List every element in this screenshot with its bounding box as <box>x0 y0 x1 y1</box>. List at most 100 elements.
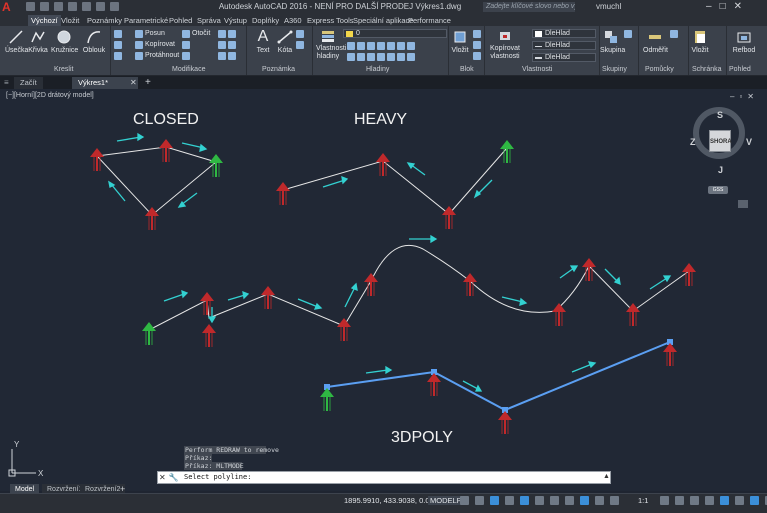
otrack-icon[interactable] <box>535 496 544 505</box>
utilities-panel-label[interactable]: Pomůcky <box>645 66 674 73</box>
scale-button[interactable] <box>182 52 190 60</box>
attribute-button[interactable] <box>473 52 481 60</box>
user-name[interactable]: vmuchl <box>596 2 621 11</box>
insert-block-button[interactable]: Vložit <box>451 29 469 55</box>
lineweight-icon[interactable] <box>550 496 559 505</box>
draw-panel-label[interactable]: Kreslit <box>54 66 73 73</box>
close-command-icon[interactable]: ✕ <box>159 473 166 482</box>
navbar-icon[interactable] <box>738 200 748 208</box>
arc-button[interactable]: Oblouk <box>82 29 106 55</box>
snap-icon[interactable] <box>475 496 484 505</box>
view-panel-label[interactable]: Pohled <box>729 66 751 73</box>
new-icon[interactable] <box>26 2 35 11</box>
match-properties-button[interactable]: Kopírovat vlastnosti <box>488 29 522 61</box>
ungroup-button[interactable] <box>624 30 632 38</box>
close-tab-icon[interactable]: ✕ <box>130 78 137 87</box>
grid-icon[interactable] <box>460 496 469 505</box>
layers-panel-label[interactable]: Hladiny <box>366 66 389 73</box>
compass-south[interactable]: J <box>718 165 723 175</box>
print-icon[interactable] <box>82 2 91 11</box>
tab-home[interactable]: Výchozí <box>28 15 61 26</box>
tab-express-tools[interactable]: Express Tools <box>304 15 357 26</box>
model-space-toggle[interactable]: MODELP <box>428 496 464 505</box>
open-icon[interactable] <box>40 2 49 11</box>
annotation-panel-label[interactable]: Poznámka <box>262 66 295 73</box>
save-icon[interactable] <box>54 2 63 11</box>
lineweight-dropdown[interactable]: DleHlad <box>532 53 596 62</box>
stretch-button[interactable]: Protáhnout <box>135 52 179 60</box>
tab-output[interactable]: Výstup <box>221 15 250 26</box>
drawing-canvas[interactable]: Y X <box>0 89 767 491</box>
text-button[interactable]: A Text <box>254 29 272 55</box>
isolate-objects-icon[interactable] <box>735 496 744 505</box>
tab-drawing1[interactable]: Výkres1* <box>72 77 138 89</box>
layer-dropdown[interactable]: 0 <box>343 29 447 38</box>
circle-button[interactable]: Kružnice <box>51 29 78 55</box>
offset-button[interactable] <box>218 41 236 49</box>
fillet-button[interactable] <box>218 30 236 38</box>
line-button[interactable]: Úsečka <box>5 29 28 55</box>
transparency-icon[interactable] <box>565 496 574 505</box>
maximize-icon[interactable]: □ <box>720 1 726 13</box>
layer-properties-button[interactable]: Vlastnosti hladiny <box>316 29 346 61</box>
customize-command-icon[interactable]: 🔧 <box>169 473 179 482</box>
modify-panel-label[interactable]: Modifikace <box>172 66 205 73</box>
array-button[interactable] <box>114 52 122 60</box>
leader-button[interactable] <box>296 30 304 38</box>
polar-icon[interactable] <box>505 496 514 505</box>
dimension-button[interactable]: Kóta <box>276 29 294 55</box>
annotation-visibility-icon[interactable] <box>610 496 619 505</box>
workspace-icon[interactable] <box>675 496 684 505</box>
annotation-scale[interactable]: 1:1 <box>638 496 648 505</box>
close-icon[interactable]: ✕ <box>734 1 742 13</box>
measure-button[interactable]: Odměřit <box>643 29 668 55</box>
command-history-toggle-icon[interactable]: ▲ <box>603 473 610 480</box>
layer-tools-row1[interactable] <box>347 42 415 50</box>
table-button[interactable] <box>296 41 304 49</box>
tab-performance[interactable]: Performance <box>405 15 454 26</box>
move-button[interactable]: Posun <box>135 30 165 38</box>
wcs-dropdown[interactable]: GSS <box>708 186 728 194</box>
annotation-monitor-icon[interactable] <box>690 496 699 505</box>
hardware-acceleration-icon[interactable] <box>720 496 729 505</box>
clipboard-panel-label[interactable]: Schránka <box>692 66 722 73</box>
join-button[interactable] <box>218 52 236 60</box>
block-panel-label[interactable]: Blok <box>460 66 474 73</box>
app-logo[interactable]: A <box>2 1 24 13</box>
viewport-controls-label[interactable]: [−][Horní][2D drátový model] <box>6 92 94 99</box>
undo-icon[interactable] <box>96 2 105 11</box>
layer-tools-row2[interactable] <box>347 53 415 61</box>
vp-minimize-icon[interactable]: – <box>730 92 734 101</box>
create-block-button[interactable] <box>473 30 481 38</box>
settings-icon[interactable] <box>660 496 669 505</box>
drawing-viewport[interactable]: Y X [−][Horní][2D drátový model] – ▫ ✕ C… <box>0 89 767 491</box>
ortho-icon[interactable] <box>490 496 499 505</box>
compass-east[interactable]: V <box>746 137 752 147</box>
menu-icon[interactable]: ≡ <box>4 78 9 87</box>
new-tab-icon[interactable]: + <box>145 77 151 88</box>
tab-annotate[interactable]: Poznámky <box>84 15 125 26</box>
color-dropdown[interactable]: DleHlad <box>532 29 596 38</box>
compass-west[interactable]: Z <box>690 137 696 147</box>
redo-icon[interactable] <box>110 2 119 11</box>
trim-button[interactable] <box>182 41 190 49</box>
tab-start[interactable]: Začít <box>14 77 43 89</box>
vp-close-icon[interactable]: ✕ <box>747 92 754 101</box>
clean-screen-icon[interactable] <box>750 496 759 505</box>
polyline-button[interactable]: Křivka <box>27 29 49 55</box>
search-input[interactable]: Zadejte klíčové slovo nebo výraz <box>483 2 575 12</box>
properties-panel-label[interactable]: Vlastnosti <box>522 66 552 73</box>
utilities-tools[interactable] <box>670 30 678 38</box>
group-button[interactable]: Skupina <box>600 29 625 55</box>
osnap-icon[interactable] <box>520 496 529 505</box>
tab-manage[interactable]: Správa <box>194 15 224 26</box>
tab-parametric[interactable]: Parametrické <box>121 15 171 26</box>
tab-a360[interactable]: A360 <box>281 15 305 26</box>
copy-button[interactable]: Kopírovat <box>135 41 175 49</box>
tab-insert[interactable]: Vložit <box>58 15 82 26</box>
tab-addins[interactable]: Doplňky <box>249 15 282 26</box>
linetype-dropdown[interactable]: DleHlad <box>532 41 596 50</box>
edit-block-button[interactable] <box>473 41 481 49</box>
erase-button[interactable] <box>114 41 122 49</box>
rotate-button[interactable]: Otočit <box>182 30 210 38</box>
